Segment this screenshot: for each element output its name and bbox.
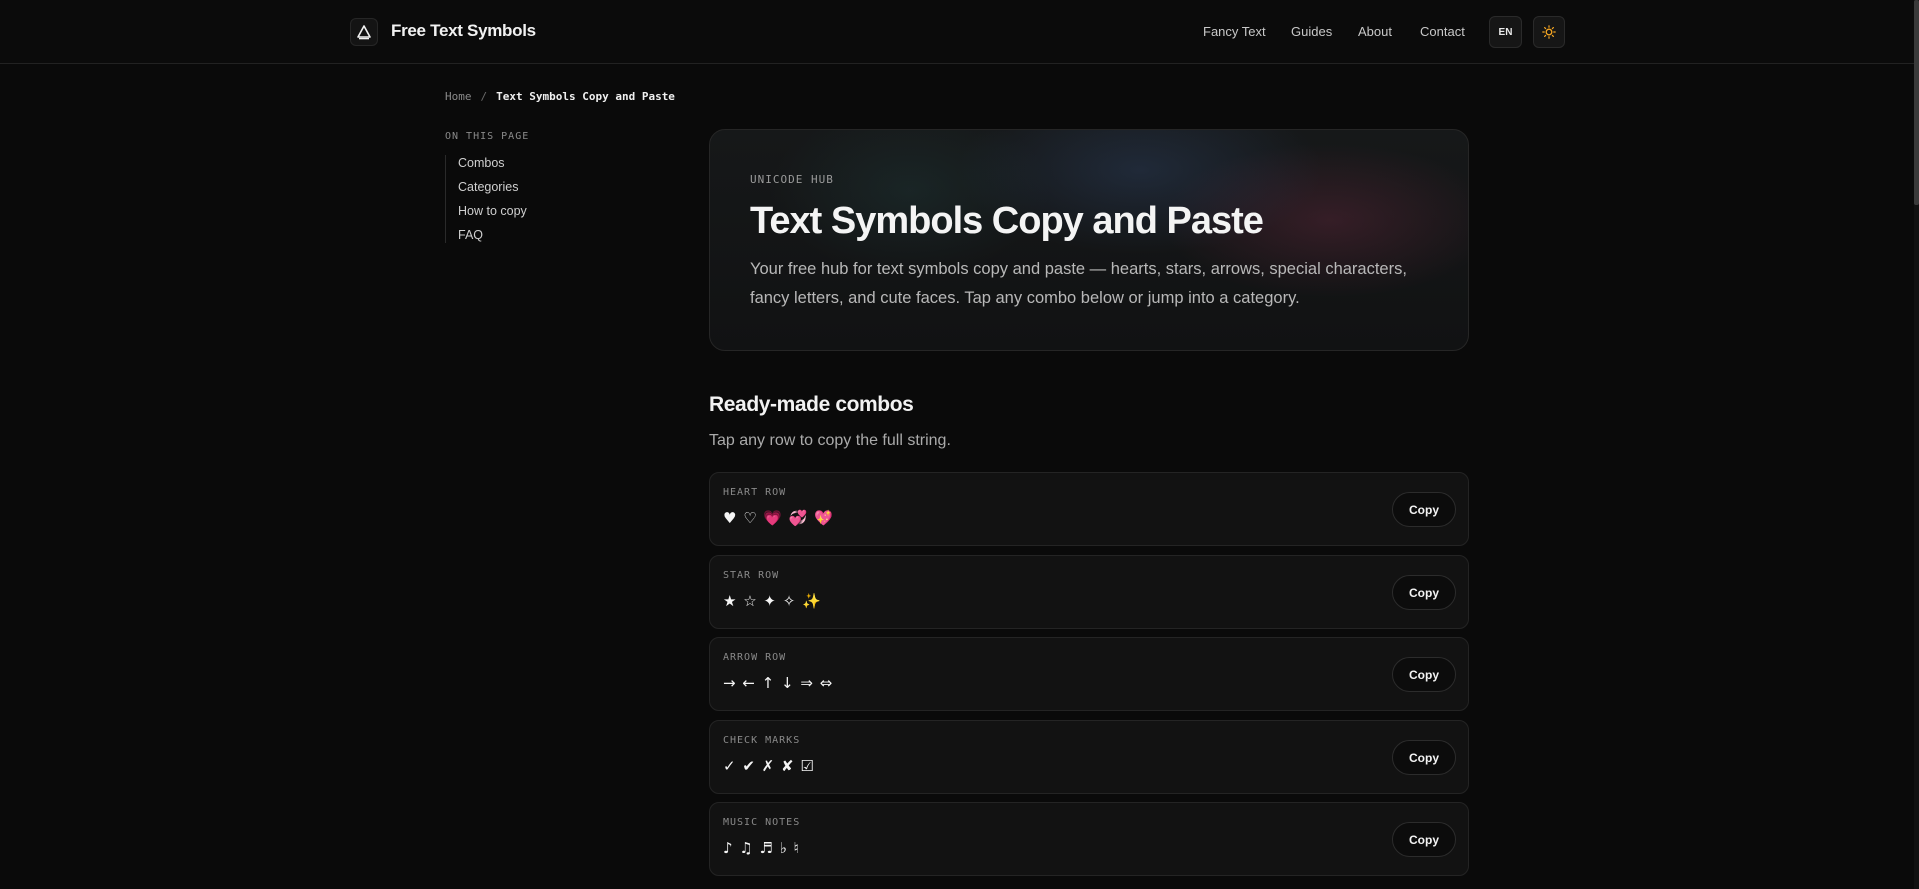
toc-item-faq[interactable]: FAQ — [458, 227, 527, 243]
hero-card: UNICODE HUB Text Symbols Copy and Paste … — [709, 129, 1469, 351]
combo-symbols: ♥ ♡ 💗 💞 💖 — [723, 509, 834, 527]
combo-label: CHECK MARKS — [723, 735, 801, 746]
combo-row-arrow[interactable]: ARROW ROW → ← ↑ ↓ ⇒ ⇔ Copy — [709, 637, 1469, 711]
combo-label: ARROW ROW — [723, 652, 787, 663]
combo-row-star[interactable]: STAR ROW ★ ☆ ✦ ✧ ✨ Copy — [709, 555, 1469, 629]
nav-fancy-text[interactable]: Fancy Text — [1203, 24, 1266, 39]
nav-guides[interactable]: Guides — [1291, 24, 1332, 39]
breadcrumb-current: Text Symbols Copy and Paste — [496, 90, 675, 103]
combo-row-check-marks[interactable]: CHECK MARKS ✓ ✔ ✗ ✘ ☑ Copy — [709, 720, 1469, 794]
breadcrumb-separator: / — [480, 90, 488, 103]
toc-title: ON THIS PAGE — [445, 131, 530, 142]
toc-list: Combos Categories How to copy FAQ — [445, 155, 527, 243]
scrollbar-thumb[interactable] — [1914, 0, 1919, 205]
breadcrumb: Home / Text Symbols Copy and Paste — [445, 90, 675, 103]
hero-kicker: UNICODE HUB — [750, 173, 834, 186]
copy-button[interactable]: Copy — [1392, 822, 1456, 857]
page-title: Text Symbols Copy and Paste — [750, 200, 1264, 242]
combo-symbols: → ← ↑ ↓ ⇒ ⇔ — [723, 674, 834, 692]
combo-symbols: ✓ ✔ ✗ ✘ ☑ — [723, 757, 815, 775]
toc-item-how-to-copy[interactable]: How to copy — [458, 203, 527, 219]
page: Free Text Symbols Fancy Text Guides Abou… — [0, 0, 1919, 889]
copy-button[interactable]: Copy — [1392, 657, 1456, 692]
combo-label: STAR ROW — [723, 570, 780, 581]
toc-item-categories[interactable]: Categories — [458, 179, 527, 195]
combos-title: Ready-made combos — [709, 393, 914, 416]
site-header: Free Text Symbols Fancy Text Guides Abou… — [0, 0, 1914, 64]
combos-subtitle: Tap any row to copy the full string. — [709, 432, 951, 449]
combo-label: HEART ROW — [723, 487, 787, 498]
combo-symbols: ★ ☆ ✦ ✧ ✨ — [723, 592, 822, 610]
hero-description: Your free hub for text symbols copy and … — [750, 260, 1407, 307]
logo[interactable] — [350, 18, 378, 46]
combo-row-music-notes[interactable]: MUSIC NOTES ♪ ♫ ♬ ♭ ♮ Copy — [709, 802, 1469, 876]
copy-button[interactable]: Copy — [1392, 740, 1456, 775]
combo-symbols: ♪ ♫ ♬ ♭ ♮ — [723, 839, 800, 857]
combo-label: MUSIC NOTES — [723, 817, 801, 828]
brand-name[interactable]: Free Text Symbols — [391, 21, 536, 41]
copy-button[interactable]: Copy — [1392, 492, 1456, 527]
language-button[interactable]: EN — [1489, 16, 1522, 48]
sun-icon — [1542, 25, 1556, 39]
theme-toggle-button[interactable] — [1533, 16, 1565, 48]
nav-about[interactable]: About — [1358, 24, 1392, 39]
breadcrumb-home[interactable]: Home — [445, 90, 472, 103]
nav-contact[interactable]: Contact — [1420, 24, 1465, 39]
logo-icon — [357, 25, 371, 40]
copy-button[interactable]: Copy — [1392, 575, 1456, 610]
toc-item-combos[interactable]: Combos — [458, 155, 527, 171]
combo-row-heart[interactable]: HEART ROW ♥ ♡ 💗 💞 💖 Copy — [709, 472, 1469, 546]
